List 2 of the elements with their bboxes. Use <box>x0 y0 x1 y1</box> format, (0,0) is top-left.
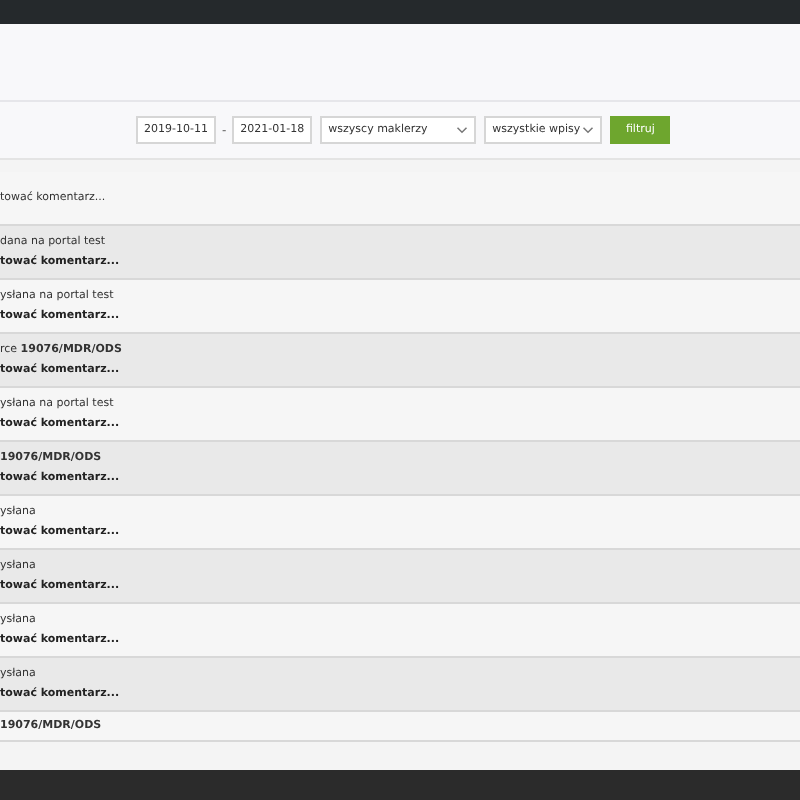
chevron-icon <box>582 126 595 134</box>
chevron-icon <box>456 126 469 134</box>
